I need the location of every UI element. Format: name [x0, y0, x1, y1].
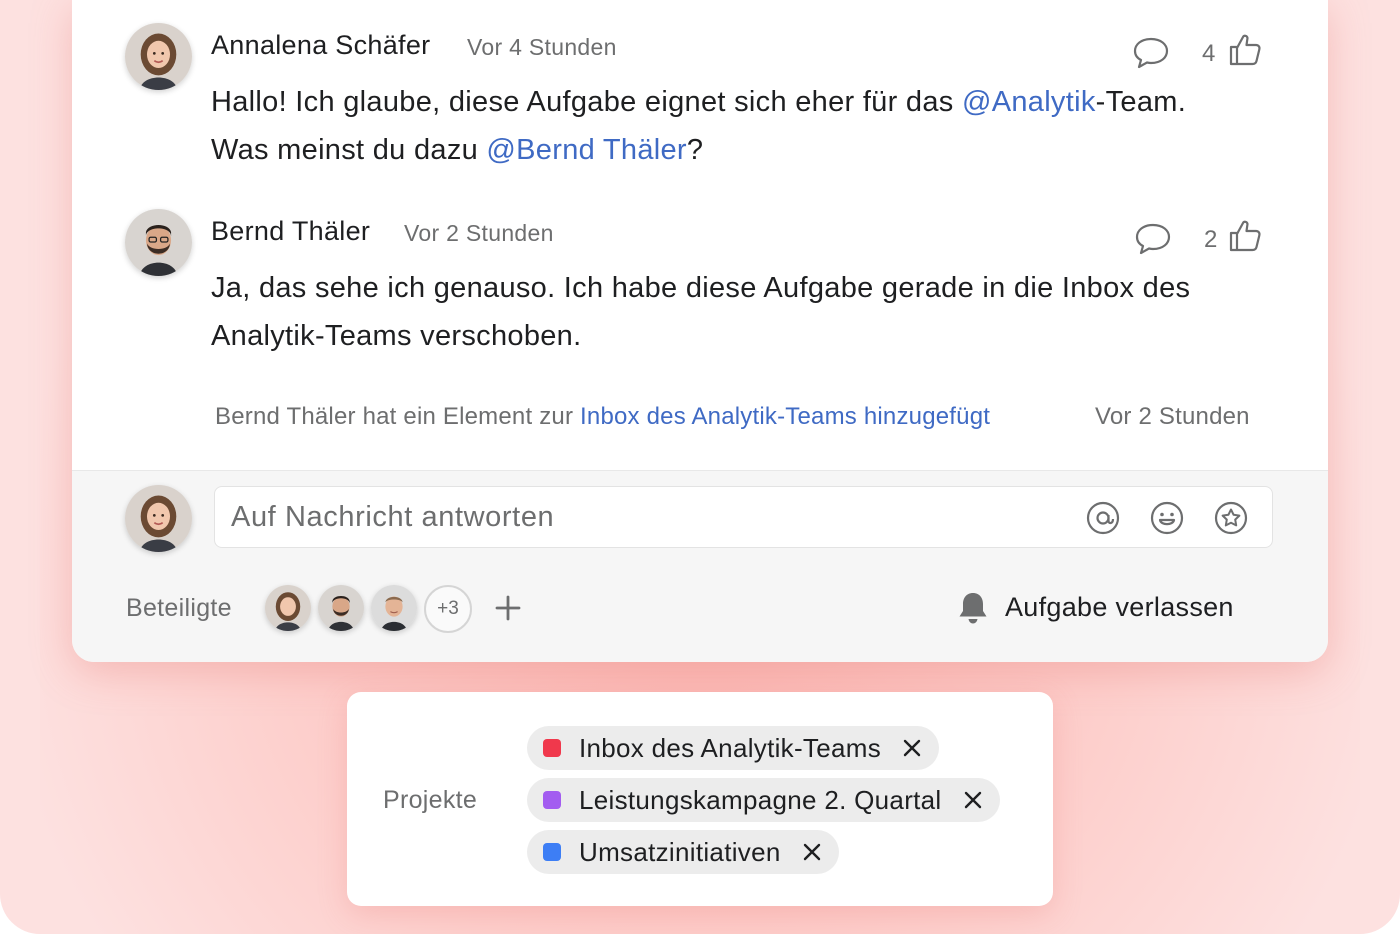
- avatar-annalena[interactable]: [125, 23, 192, 90]
- avatar-bernd[interactable]: [125, 209, 192, 276]
- comment-time: Vor 4 Stunden: [467, 34, 617, 60]
- reply-placeholder: Auf Nachricht antworten: [231, 501, 555, 533]
- comment-text: Analytik-Teams verschoben.: [211, 320, 582, 352]
- thumbs-up-icon[interactable]: [1228, 33, 1262, 67]
- mention-link[interactable]: @Analytik: [962, 86, 1096, 118]
- activity-text: Bernd Thäler hat ein Element zur: [215, 403, 581, 430]
- comment-text-line: Was meinst du dazu @Bernd Thäler?: [211, 126, 703, 174]
- project-color-dot: [543, 791, 561, 809]
- comment-text: ?: [686, 134, 704, 166]
- comment-time: Vor 2 Stunden: [404, 220, 554, 246]
- reply-bubble-icon[interactable]: [1134, 222, 1172, 256]
- participant-avatar[interactable]: [318, 585, 364, 631]
- comment-text: Hallo! Ich glaube, diese Aufgabe eignet …: [211, 86, 962, 118]
- smiley-icon[interactable]: [1149, 500, 1185, 536]
- like-count: 4: [1202, 40, 1216, 67]
- comments-card: Annalena Schäfer Vor 4 Stunden 4 Hallo! …: [72, 0, 1328, 662]
- activity-link[interactable]: Inbox des Analytik-Teams hinzugefügt: [580, 403, 990, 430]
- project-color-dot: [543, 739, 561, 757]
- project-pill[interactable]: Leistungskampagne 2. Quartal: [527, 778, 1000, 822]
- more-participants-badge[interactable]: +3: [424, 585, 472, 633]
- activity-entry: Bernd Thäler hat ein Element zur Inbox d…: [215, 403, 990, 431]
- leave-task-button[interactable]: Aufgabe verlassen: [1005, 592, 1234, 623]
- comment-text: -Team.: [1095, 86, 1187, 118]
- projects-label: Projekte: [383, 786, 478, 814]
- like-count: 2: [1204, 226, 1218, 253]
- remove-project-icon[interactable]: [803, 843, 821, 861]
- project-color-dot: [543, 843, 561, 861]
- comment-author[interactable]: Bernd Thäler: [211, 216, 370, 247]
- remove-project-icon[interactable]: [964, 791, 982, 809]
- star-icon[interactable]: [1213, 500, 1249, 536]
- comment-text: Was meinst du dazu: [211, 134, 487, 166]
- participant-avatar[interactable]: [371, 585, 417, 631]
- project-pill[interactable]: Umsatzinitiativen: [527, 830, 839, 874]
- comment-author[interactable]: Annalena Schäfer: [211, 30, 430, 61]
- activity-time: Vor 2 Stunden: [1095, 403, 1250, 430]
- participants-label: Beteiligte: [126, 594, 232, 622]
- project-pill[interactable]: Inbox des Analytik-Teams: [527, 726, 940, 770]
- add-participant-icon[interactable]: [494, 594, 522, 622]
- bell-icon[interactable]: [956, 590, 990, 626]
- thumbs-up-icon[interactable]: [1228, 219, 1262, 253]
- comment-text: Ja, das sehe ich genauso. Ich habe diese…: [211, 272, 1191, 304]
- project-name: Leistungskampagne 2. Quartal: [579, 784, 942, 815]
- reply-bubble-icon[interactable]: [1132, 36, 1170, 70]
- comment-text-line: Hallo! Ich glaube, diese Aufgabe eignet …: [211, 78, 1186, 126]
- project-name: Inbox des Analytik-Teams: [579, 732, 882, 763]
- projects-card: Projekte Inbox des Analytik-Teams Leistu…: [347, 692, 1053, 906]
- remove-project-icon[interactable]: [903, 739, 921, 757]
- at-icon[interactable]: [1085, 500, 1121, 536]
- mention-link[interactable]: @Bernd Thäler: [486, 134, 686, 166]
- participant-avatar[interactable]: [265, 585, 311, 631]
- reply-input[interactable]: Auf Nachricht antworten: [214, 486, 1273, 548]
- project-name: Umsatzinitiativen: [579, 836, 781, 867]
- avatar-current-user: [125, 485, 192, 552]
